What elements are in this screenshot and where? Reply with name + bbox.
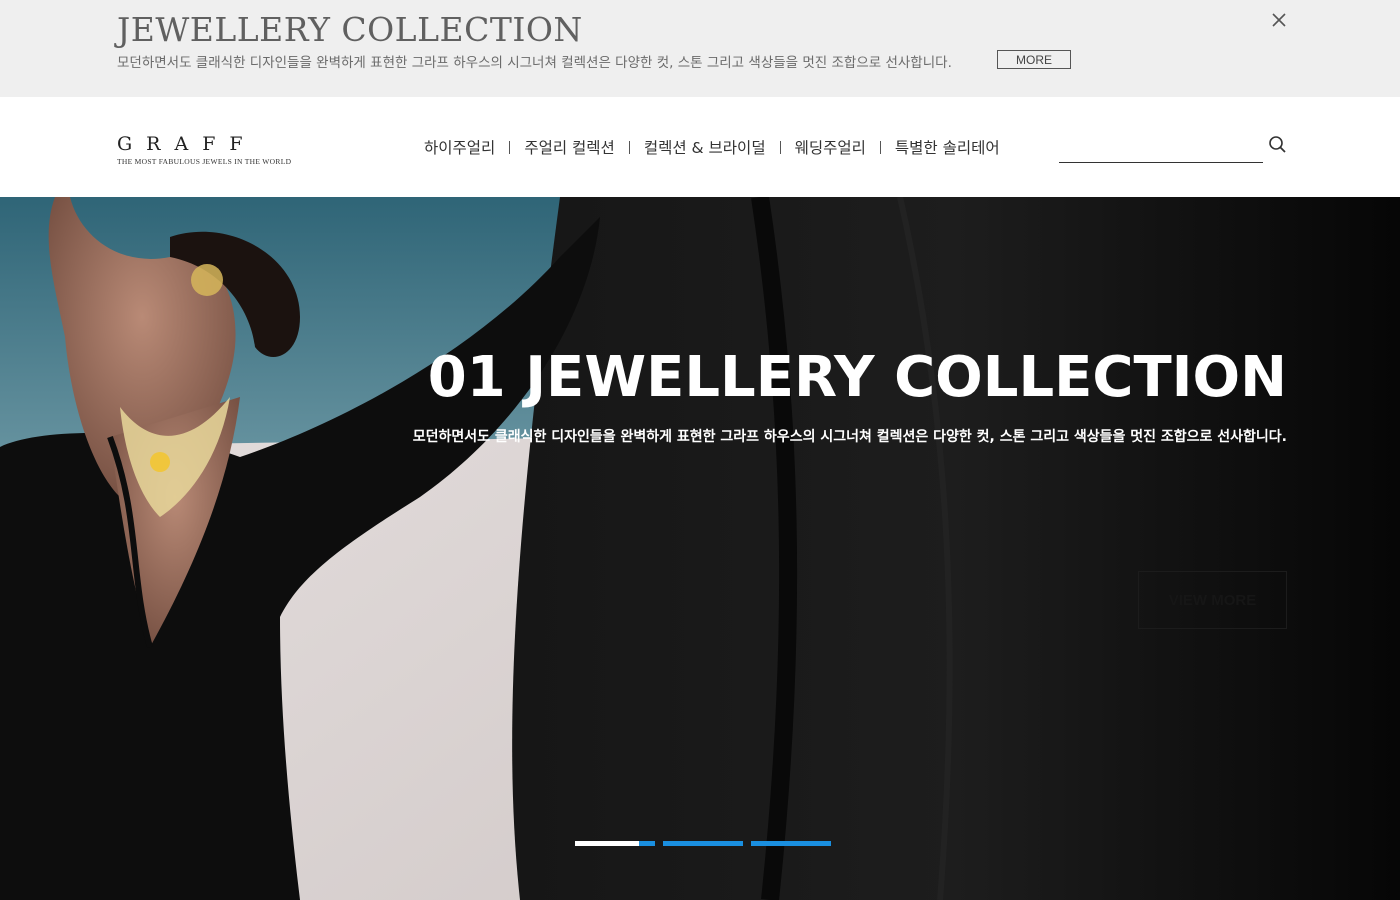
view-more-button[interactable]: VIEW MORE	[1138, 571, 1287, 629]
logo[interactable]: GRAFF THE MOST FABULOUS JEWELS IN THE WO…	[117, 133, 292, 173]
slide-progress-fill	[575, 841, 639, 846]
nav-item-collection-bridal[interactable]: 컬렉션 & 브라이덜	[630, 136, 780, 158]
promo-description: 모던하면서도 클래식한 디자인들을 완벽하게 표현한 그라프 하우스의 시그너쳐…	[117, 55, 952, 71]
promo-more-button[interactable]: MORE	[997, 50, 1071, 69]
slide-indicator-3[interactable]	[751, 841, 831, 846]
promo-title: JEWELLERY COLLECTION	[117, 10, 583, 49]
hero-image	[0, 197, 1400, 900]
search-icon[interactable]	[1268, 135, 1288, 155]
slider-pagination	[575, 841, 831, 846]
nav-item-jewellery-collection[interactable]: 주얼리 컬렉션	[510, 136, 629, 158]
nav-item-solitaire[interactable]: 특별한 솔리테어	[881, 136, 1014, 158]
slide-indicator-2[interactable]	[663, 841, 743, 846]
promo-banner: JEWELLERY COLLECTION 모던하면서도 클래식한 디자인들을 완…	[0, 0, 1400, 97]
logo-wordmark: GRAFF	[117, 133, 257, 155]
nav-item-high-jewellery[interactable]: 하이주얼리	[410, 136, 509, 158]
hero-description: 모던하면서도 클래식한 디자인들을 완벽하게 표현한 그라프 하우스의 시그너쳐…	[412, 429, 1287, 445]
search-input[interactable]	[1059, 131, 1263, 163]
nav-item-wedding-jewellery[interactable]: 웨딩주얼리	[781, 136, 880, 158]
close-icon[interactable]	[1270, 11, 1288, 29]
logo-tagline: THE MOST FABULOUS JEWELS IN THE WORLD	[117, 157, 292, 166]
slide-indicator-1[interactable]	[575, 841, 655, 846]
hero-slider: 01 JEWELLERY COLLECTION 모던하면서도 클래식한 디자인들…	[0, 197, 1400, 900]
hero-title: 01 JEWELLERY COLLECTION	[427, 345, 1287, 410]
site-header: GRAFF THE MOST FABULOUS JEWELS IN THE WO…	[0, 97, 1400, 197]
main-nav: 하이주얼리 주얼리 컬렉션 컬렉션 & 브라이덜 웨딩주얼리 특별한 솔리테어	[410, 135, 1014, 159]
